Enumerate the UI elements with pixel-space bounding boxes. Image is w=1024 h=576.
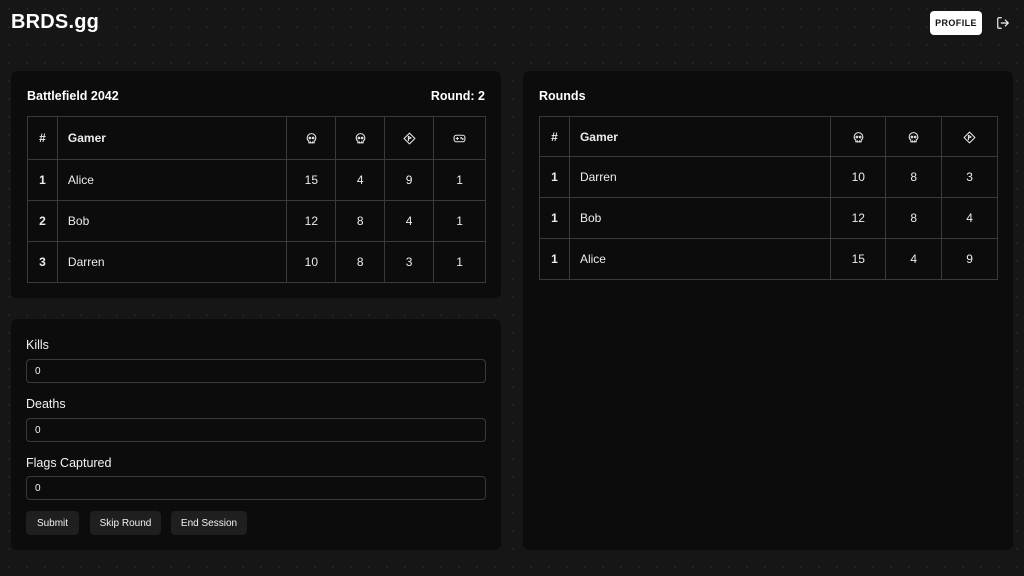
table-row: 1 Darren 10 8 3 bbox=[539, 156, 998, 198]
skip-round-button[interactable]: Skip Round bbox=[90, 511, 161, 535]
standings-table: # Gamer 1 Alice 15 4 9 1 2 Bob 12 8 4 1 … bbox=[27, 116, 486, 283]
diamond-flag-icon bbox=[403, 132, 416, 145]
gamer-cell: Darren bbox=[568, 156, 832, 198]
rounds-title: Rounds bbox=[539, 89, 586, 103]
table-row: 1 Bob 12 8 4 bbox=[539, 197, 998, 239]
rank-cell: 3 bbox=[27, 241, 58, 283]
flags-cell: 3 bbox=[384, 241, 435, 283]
flags-header bbox=[941, 116, 998, 157]
game-title: Battlefield 2042 bbox=[27, 89, 119, 103]
skull-icon bbox=[853, 131, 864, 143]
end-session-button[interactable]: End Session bbox=[171, 511, 247, 535]
flags-cell: 9 bbox=[384, 159, 435, 201]
skull-icon bbox=[908, 131, 919, 143]
rank-header: # bbox=[27, 116, 58, 160]
deaths-input[interactable] bbox=[26, 418, 486, 442]
game-standings-panel: Battlefield 2042 Round: 2 # Gamer 1 Alic… bbox=[11, 71, 501, 298]
flags-cell: 4 bbox=[384, 200, 435, 242]
score-entry-panel: Kills Deaths Flags Captured Submit Skip … bbox=[11, 319, 501, 550]
games-cell: 1 bbox=[433, 241, 486, 283]
gamer-cell: Bob bbox=[56, 200, 288, 242]
kills-cell: 15 bbox=[286, 159, 337, 201]
deaths-header bbox=[335, 116, 386, 160]
flags-captured-label: Flags Captured bbox=[26, 456, 112, 470]
deaths-cell: 8 bbox=[335, 241, 386, 283]
flags-cell: 9 bbox=[941, 238, 998, 280]
deaths-cell: 4 bbox=[335, 159, 386, 201]
deaths-cell: 8 bbox=[885, 197, 943, 239]
deaths-header bbox=[885, 116, 943, 157]
table-row: 1 Alice 15 4 9 bbox=[539, 238, 998, 280]
kills-input[interactable] bbox=[26, 359, 486, 383]
flags-header bbox=[384, 116, 435, 160]
kills-cell: 10 bbox=[286, 241, 337, 283]
table-row: 2 Bob 12 8 4 1 bbox=[27, 200, 486, 242]
table-row: 3 Darren 10 8 3 1 bbox=[27, 241, 486, 283]
rank-cell: 1 bbox=[539, 197, 570, 239]
rank-cell: 1 bbox=[539, 156, 570, 198]
gamer-cell: Darren bbox=[56, 241, 288, 283]
gamer-cell: Bob bbox=[568, 197, 832, 239]
rounds-table: # Gamer 1 Darren 10 8 3 1 Bob 12 8 4 1 A… bbox=[539, 116, 998, 280]
kills-cell: 12 bbox=[286, 200, 337, 242]
gamer-header: Gamer bbox=[56, 116, 288, 160]
top-bar: BRDS.gg PROFILE bbox=[0, 0, 1024, 46]
gamer-header: Gamer bbox=[568, 116, 832, 157]
rank-header: # bbox=[539, 116, 570, 157]
deaths-cell: 8 bbox=[335, 200, 386, 242]
flags-captured-input[interactable] bbox=[26, 476, 486, 500]
kills-cell: 12 bbox=[830, 197, 887, 239]
table-header-row: # Gamer bbox=[27, 116, 486, 160]
logout-icon[interactable] bbox=[996, 16, 1010, 30]
deaths-cell: 8 bbox=[885, 156, 943, 198]
rounds-panel: Rounds # Gamer 1 Darren 10 8 3 1 Bob 12 … bbox=[523, 71, 1013, 550]
deaths-cell: 4 bbox=[885, 238, 943, 280]
profile-button[interactable]: PROFILE bbox=[930, 11, 982, 35]
round-indicator: Round: 2 bbox=[430, 89, 485, 103]
kills-header bbox=[830, 116, 887, 157]
kills-header bbox=[286, 116, 337, 160]
games-cell: 1 bbox=[433, 200, 486, 242]
gamer-cell: Alice bbox=[568, 238, 832, 280]
kills-cell: 10 bbox=[830, 156, 887, 198]
kills-label: Kills bbox=[26, 338, 49, 352]
rank-cell: 1 bbox=[27, 159, 58, 201]
kills-cell: 15 bbox=[830, 238, 887, 280]
gamepad-icon bbox=[453, 134, 466, 143]
table-header-row: # Gamer bbox=[539, 116, 998, 157]
skull-icon bbox=[355, 133, 366, 144]
deaths-label: Deaths bbox=[26, 397, 66, 411]
table-row: 1 Alice 15 4 9 1 bbox=[27, 159, 486, 201]
flags-cell: 3 bbox=[941, 156, 998, 198]
skull-icon bbox=[306, 133, 317, 144]
games-cell: 1 bbox=[433, 159, 486, 201]
gamer-cell: Alice bbox=[56, 159, 288, 201]
games-header bbox=[433, 116, 486, 160]
logo[interactable]: BRDS.gg bbox=[11, 11, 99, 34]
rank-cell: 2 bbox=[27, 200, 58, 242]
diamond-flag-icon bbox=[963, 131, 976, 144]
rank-cell: 1 bbox=[539, 238, 570, 280]
flags-cell: 4 bbox=[941, 197, 998, 239]
submit-button[interactable]: Submit bbox=[26, 511, 79, 535]
